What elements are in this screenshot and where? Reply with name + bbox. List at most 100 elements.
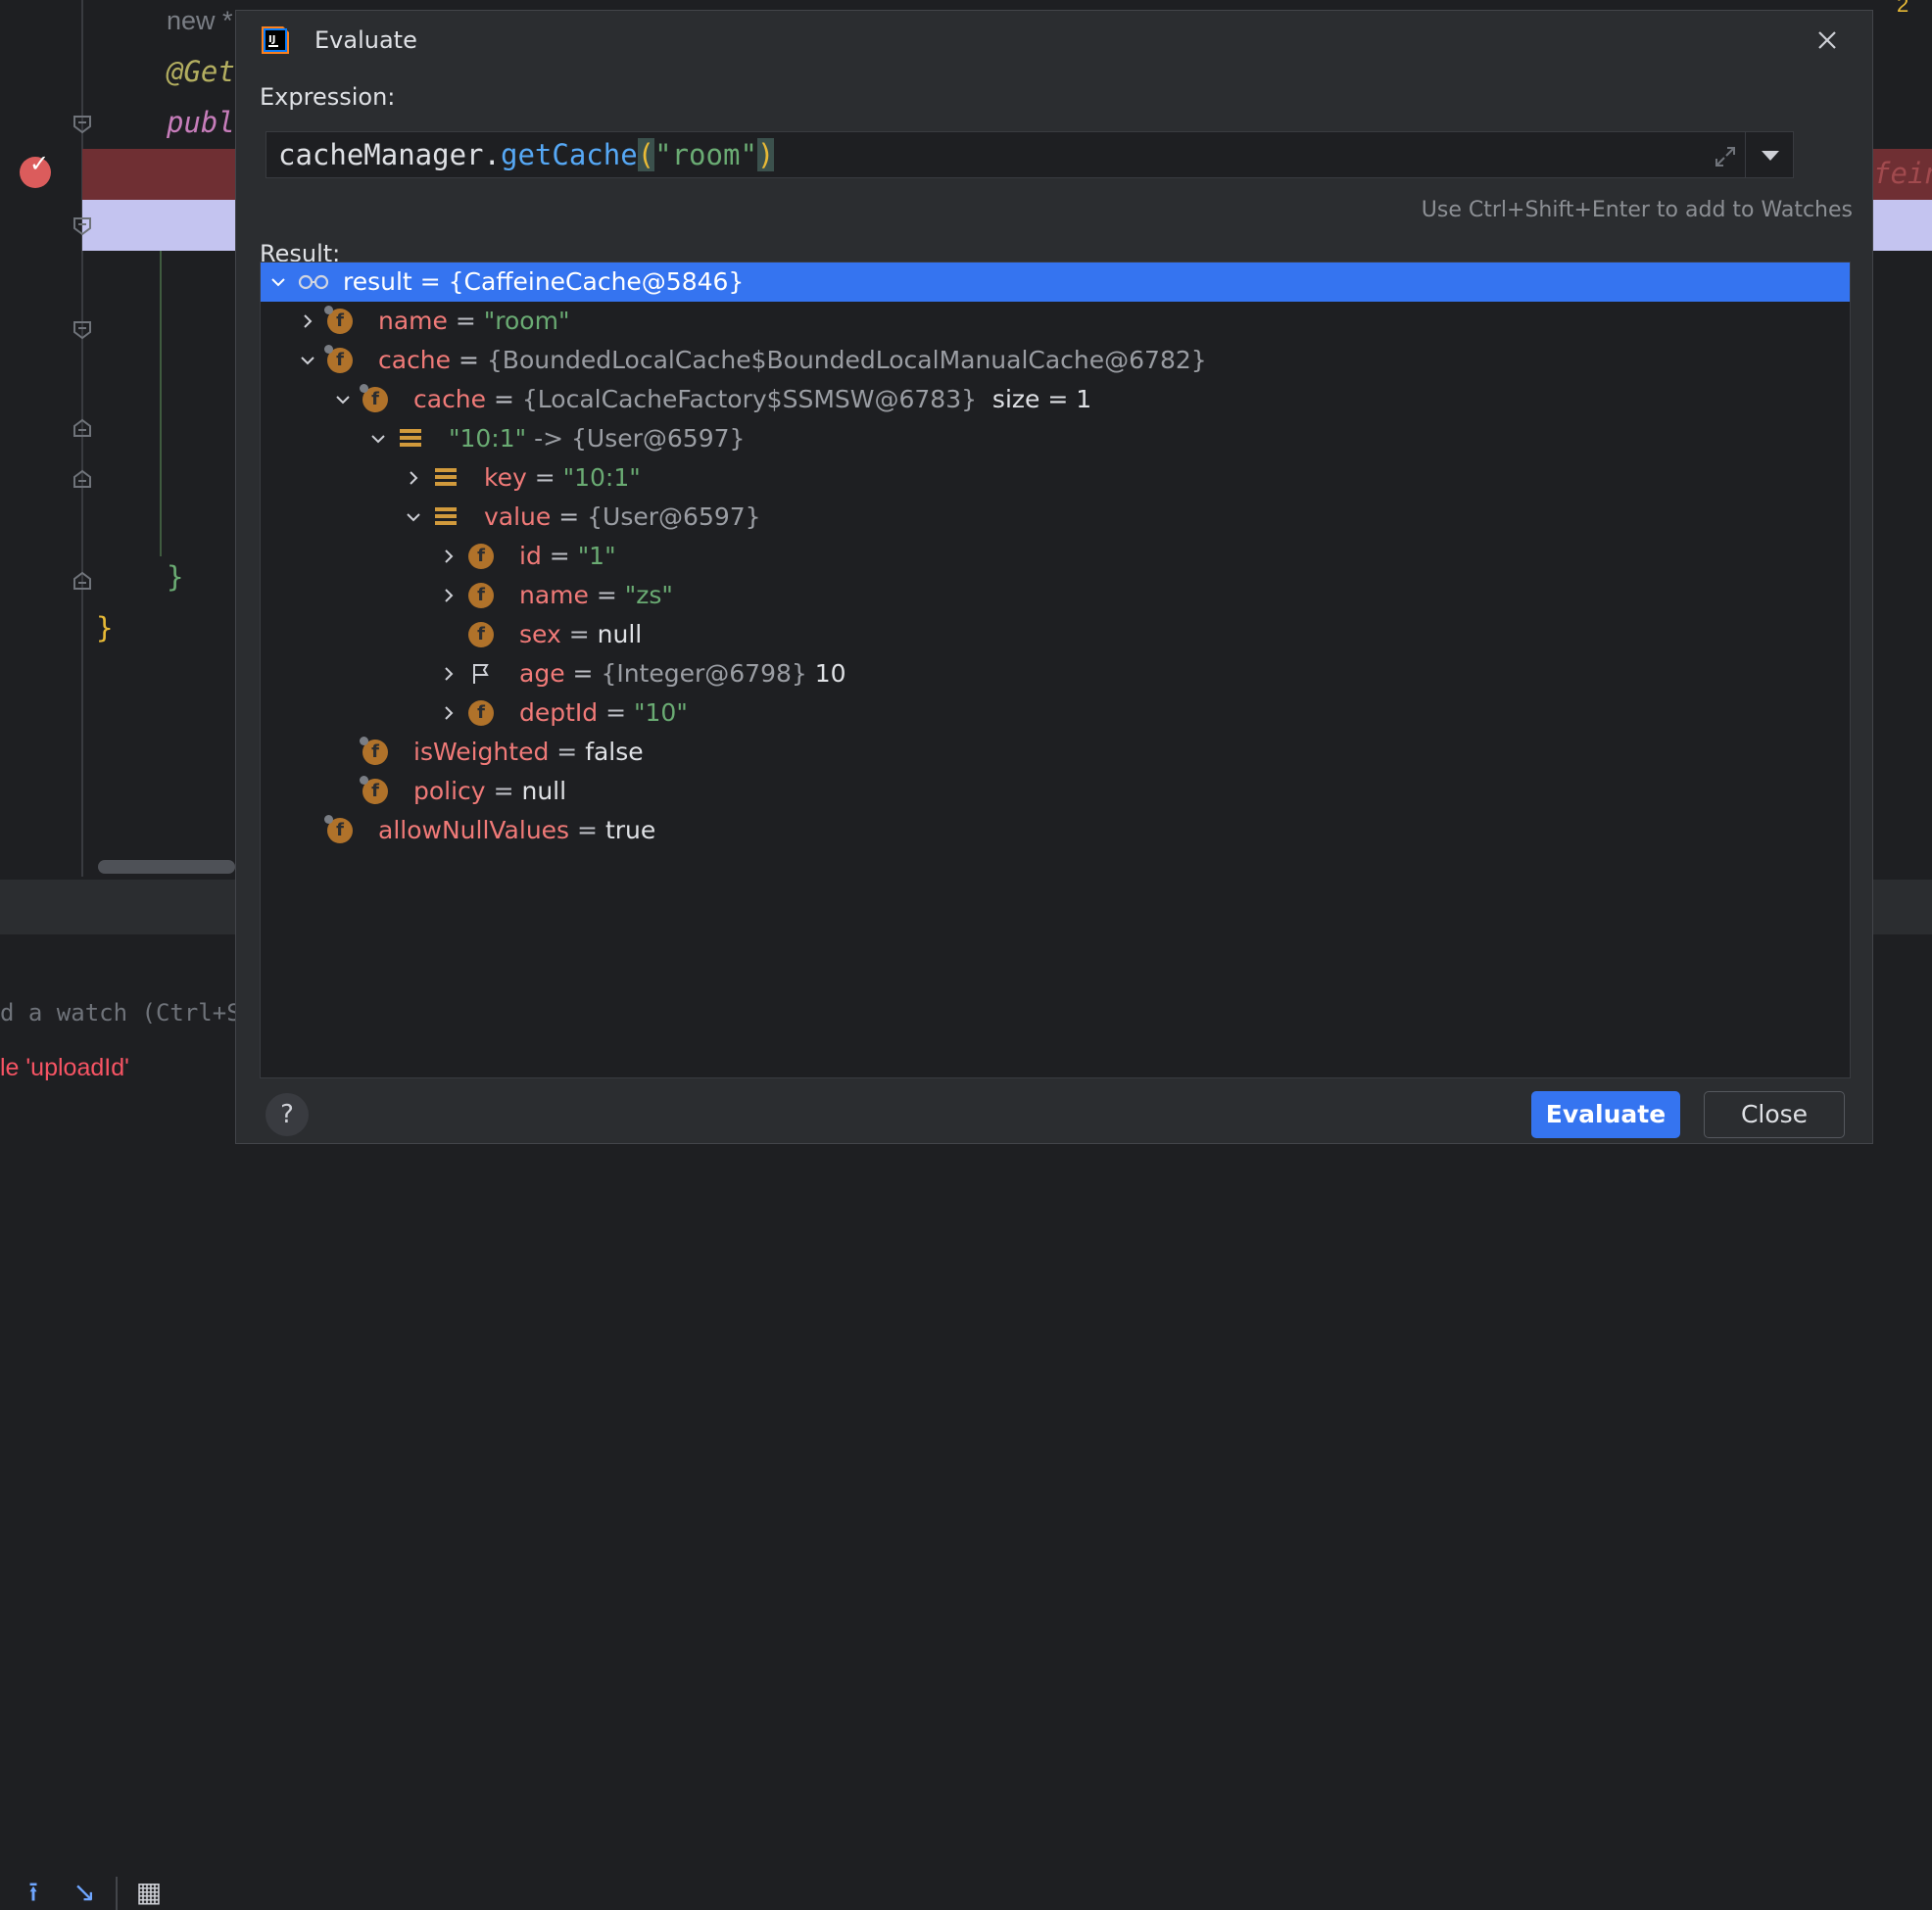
fold-end-icon[interactable] xyxy=(72,570,93,592)
row-name: policy xyxy=(413,777,486,805)
row-extra: 10 xyxy=(814,659,846,688)
step-into-icon[interactable]: ↘ xyxy=(67,1875,102,1910)
expression-input[interactable]: cacheManager.getCache("room") xyxy=(266,131,1794,178)
tree-row-sex[interactable]: f sex = null xyxy=(261,615,1850,654)
row-eq: = xyxy=(596,581,617,609)
error-text: le 'uploadId' xyxy=(0,1054,129,1081)
row-value: {Integer@6798} xyxy=(601,659,807,688)
chevron-right-icon[interactable] xyxy=(435,654,464,693)
row-value: {CaffeineCache@5846} xyxy=(448,267,745,296)
code-brace-inner: } xyxy=(167,560,184,594)
map-entry-icon xyxy=(435,507,457,527)
chevron-down-icon[interactable] xyxy=(364,419,394,458)
tree-row-name[interactable]: f name = "room" xyxy=(261,302,1850,341)
row-name: value xyxy=(484,502,552,531)
code-brace-outer: } xyxy=(96,611,114,645)
expression-text[interactable]: cacheManager.getCache("room") xyxy=(278,136,775,173)
fold-icon[interactable] xyxy=(72,114,93,135)
tree-row-allownullvalues[interactable]: f allowNullValues = true xyxy=(261,811,1850,850)
watches-hint: Use Ctrl+Shift+Enter to add to Watches xyxy=(1421,198,1853,222)
expr-token-method: getCache xyxy=(500,138,638,171)
row-value: "room" xyxy=(483,307,570,335)
close-icon[interactable] xyxy=(1811,24,1843,56)
row-eq: = xyxy=(419,267,441,296)
fold-end-icon[interactable] xyxy=(72,417,93,439)
watch-placeholder: d a watch (Ctrl+Sh xyxy=(0,999,256,1027)
tree-row-deptid[interactable]: f deptId = "10" xyxy=(261,693,1850,733)
row-eq: = xyxy=(534,463,555,492)
row-name: age xyxy=(519,659,565,688)
row-value: {User@6597} xyxy=(587,502,761,531)
row-value: "1" xyxy=(577,542,616,570)
row-name: cache xyxy=(378,346,452,374)
fold-icon[interactable] xyxy=(72,319,93,341)
chevron-down-icon[interactable] xyxy=(265,263,294,302)
evaluate-dialog: IJ Evaluate Expression: cacheManager.get… xyxy=(235,10,1873,1144)
fold-end-icon[interactable] xyxy=(72,468,93,490)
dialog-title: Evaluate xyxy=(314,26,417,54)
tree-row-policy[interactable]: f policy = null xyxy=(261,772,1850,811)
warning-count[interactable]: 2 xyxy=(1897,0,1908,18)
fold-icon[interactable] xyxy=(72,215,93,237)
row-name: id xyxy=(519,542,542,570)
row-name: sex xyxy=(519,620,561,648)
help-button[interactable]: ? xyxy=(266,1093,309,1136)
tree-row-isweighted[interactable]: f isWeighted = false xyxy=(261,733,1850,772)
chevron-right-icon[interactable] xyxy=(435,576,464,615)
row-value: "10" xyxy=(634,698,688,727)
history-dropdown-button[interactable] xyxy=(1745,132,1793,177)
field-icon: f xyxy=(360,776,388,804)
intellij-logo-icon: IJ xyxy=(262,26,289,54)
evaluate-button[interactable]: Evaluate xyxy=(1531,1091,1680,1138)
row-name: allowNullValues xyxy=(378,816,570,844)
watch-glasses-icon xyxy=(298,274,329,290)
tree-row-cache[interactable]: f cache = {BoundedLocalCache$BoundedLoca… xyxy=(261,341,1850,380)
row-name: cache xyxy=(413,385,487,413)
row-value: true xyxy=(604,816,656,844)
row-extra: size = 1 xyxy=(991,385,1092,413)
expr-token-receiver: cacheManager xyxy=(278,138,484,171)
row-value: {BoundedLocalCache$BoundedLocalManualCac… xyxy=(486,346,1207,374)
tree-row-user-name[interactable]: f name = "zs" xyxy=(261,576,1850,615)
row-value: false xyxy=(585,738,644,766)
row-value: null xyxy=(597,620,643,648)
field-icon: f xyxy=(468,622,494,647)
tree-row-result[interactable]: result = {CaffeineCache@5846} xyxy=(261,263,1850,302)
expand-icon[interactable] xyxy=(1713,144,1738,169)
indent-guide xyxy=(160,251,162,556)
map-entry-icon xyxy=(435,468,457,488)
tree-row-key[interactable]: key = "10:1" xyxy=(261,458,1850,498)
row-eq: = xyxy=(556,738,578,766)
chevron-right-icon[interactable] xyxy=(400,458,429,498)
tree-row-value[interactable]: value = {User@6597} xyxy=(261,498,1850,537)
tree-row-id[interactable]: f id = "1" xyxy=(261,537,1850,576)
row-name: isWeighted xyxy=(413,738,550,766)
row-name: deptId xyxy=(519,698,599,727)
row-eq: = xyxy=(572,659,594,688)
tree-row-map-entry[interactable]: "10:1" -> {User@6597} xyxy=(261,419,1850,458)
chevron-right-icon[interactable] xyxy=(435,693,464,733)
row-value: {LocalCacheFactory$SSMSW@6783} xyxy=(521,385,978,413)
chevron-right-icon[interactable] xyxy=(435,537,464,576)
chevron-down-icon[interactable] xyxy=(294,341,323,380)
row-eq: = xyxy=(558,502,580,531)
row-name: "10:1" xyxy=(449,424,527,453)
row-eq: = xyxy=(577,816,598,844)
row-name: name xyxy=(519,581,589,609)
chevron-down-icon[interactable] xyxy=(329,380,359,419)
breakpoint-check-icon: ✓ xyxy=(29,150,50,177)
expr-token-close-paren: ) xyxy=(756,138,775,171)
table-icon[interactable]: ▦ xyxy=(131,1875,167,1910)
close-button[interactable]: Close xyxy=(1704,1091,1845,1138)
result-tree[interactable]: result = {CaffeineCache@5846} f name = "… xyxy=(260,262,1851,1078)
row-eq: = xyxy=(459,346,479,374)
chevron-down-icon[interactable] xyxy=(400,498,429,537)
tree-row-cache[interactable]: f cache = {LocalCacheFactory$SSMSW@6783}… xyxy=(261,380,1850,419)
code-faded-right: fein xyxy=(1873,157,1932,190)
upload-icon[interactable]: ⭱ xyxy=(16,1875,51,1910)
horizontal-scrollbar[interactable] xyxy=(98,860,235,874)
field-icon: f xyxy=(360,737,388,765)
tree-row-age[interactable]: age = {Integer@6798} 10 xyxy=(261,654,1850,693)
chevron-right-icon[interactable] xyxy=(294,302,323,341)
row-value: "zs" xyxy=(624,581,673,609)
